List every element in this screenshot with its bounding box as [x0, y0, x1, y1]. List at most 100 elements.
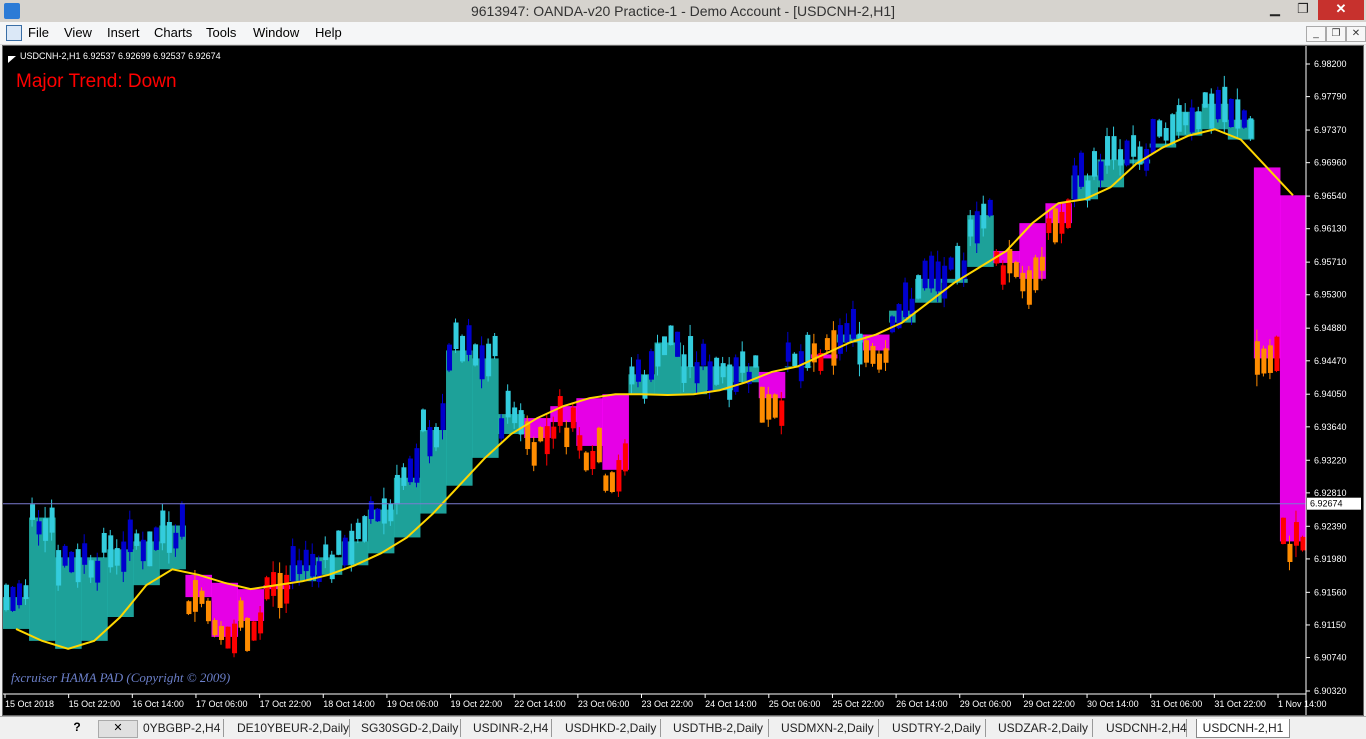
chart-window-icon[interactable] — [6, 25, 22, 41]
candle-body — [166, 521, 172, 553]
candle-body — [192, 580, 198, 612]
y-tick-label: 6.90320 — [1314, 686, 1347, 696]
symbol-tab-bar: ? ✕ 0YBGBP-2,H4 DE10YBEUR-2,Daily SG30SG… — [0, 716, 1366, 739]
x-tick-label: 19 Oct 06:00 — [387, 699, 439, 709]
tab-usdzar-daily[interactable]: USDZAR-2,Daily — [998, 719, 1093, 737]
x-tick-label: 29 Oct 06:00 — [960, 699, 1012, 709]
candle-body — [473, 344, 479, 366]
candle-body — [570, 407, 576, 429]
candle-body — [903, 282, 909, 318]
candle-body — [179, 504, 185, 537]
candle-body — [23, 585, 29, 599]
candle-body — [1020, 272, 1026, 292]
y-tick-label: 6.95300 — [1314, 290, 1347, 300]
x-tick-label: 26 Oct 14:00 — [896, 699, 948, 709]
menu-help[interactable]: Help — [315, 25, 342, 40]
candle-body — [518, 410, 524, 435]
chart-area[interactable]: USDCNH-2,H1 6.92537 6.92699 6.92537 6.92… — [2, 45, 1364, 716]
candle-body — [212, 620, 218, 636]
candle-body — [1170, 114, 1176, 145]
tab-usdinr-h4[interactable]: USDINR-2,H4 — [473, 719, 552, 737]
trend-fill-band — [1279, 195, 1307, 542]
menu-window[interactable]: Window — [253, 25, 299, 40]
candle-body — [1163, 128, 1169, 141]
x-tick-label: 16 Oct 14:00 — [132, 699, 184, 709]
minimize-button[interactable]: ▁ — [1262, 0, 1288, 20]
candle-body — [49, 507, 55, 533]
candle-body — [1078, 152, 1084, 187]
candle-body — [101, 532, 107, 553]
candle-body — [1105, 136, 1111, 166]
tab-close-button[interactable]: ✕ — [98, 720, 138, 738]
collapse-triangle-icon[interactable] — [8, 56, 16, 63]
candle-body — [935, 261, 941, 292]
candle-body — [792, 353, 798, 366]
candle-body — [1052, 208, 1058, 243]
y-tick-label: 6.90740 — [1314, 653, 1347, 663]
candle-body — [916, 275, 922, 299]
candle-body — [662, 336, 668, 356]
menu-view[interactable]: View — [64, 25, 92, 40]
y-tick-label: 6.96960 — [1314, 158, 1347, 168]
tab-usdcnh-h4[interactable]: USDCNH-2,H4 — [1106, 719, 1187, 737]
x-tick-label: 19 Oct 22:00 — [451, 699, 503, 709]
x-tick-label: 25 Oct 22:00 — [832, 699, 884, 709]
y-tick-label: 6.91560 — [1314, 587, 1347, 597]
candle-body — [1235, 99, 1241, 129]
candle-body — [1248, 118, 1254, 139]
candle-body — [681, 354, 687, 383]
mdi-close-button[interactable]: ✕ — [1346, 26, 1366, 42]
menu-file[interactable]: File — [28, 25, 49, 40]
candle-body — [258, 612, 264, 634]
tab-0ybgbp-h4[interactable]: 0YBGBP-2,H4 — [143, 719, 224, 737]
candle-body — [1026, 270, 1032, 305]
maximize-button[interactable]: ❐ — [1290, 0, 1316, 20]
candle-body — [303, 549, 309, 572]
close-button[interactable]: ✕ — [1318, 0, 1364, 20]
x-tick-label: 1 Nov 14:00 — [1278, 699, 1327, 709]
candle-body — [173, 532, 179, 549]
menu-insert[interactable]: Insert — [107, 25, 140, 40]
candle-body — [1293, 522, 1299, 546]
candle-body — [837, 325, 843, 354]
x-tick-label: 18 Oct 14:00 — [323, 699, 375, 709]
y-tick-label: 6.95710 — [1314, 257, 1347, 267]
candle-body — [1013, 262, 1019, 277]
candle-body — [1215, 89, 1221, 120]
candle-body — [714, 357, 720, 385]
candle-body — [264, 577, 270, 600]
candle-body — [551, 426, 557, 439]
candle-body — [772, 394, 778, 418]
menu-charts[interactable]: Charts — [154, 25, 192, 40]
tab-usdcnh-h1[interactable]: USDCNH-2,H1 — [1196, 719, 1290, 738]
candle-body — [492, 335, 498, 357]
y-tick-label: 6.93220 — [1314, 455, 1347, 465]
candle-body — [218, 625, 225, 640]
watermark: fxcruiser HAMA PAD (Copyright © 2009) — [11, 670, 230, 685]
candle-body — [844, 323, 850, 343]
help-button[interactable]: ? — [66, 720, 88, 736]
candle-body — [238, 600, 244, 628]
tab-de10ybeur-daily[interactable]: DE10YBEUR-2,Daily — [237, 719, 350, 737]
candle-body — [1280, 517, 1286, 545]
trend-label: Major Trend: Down — [16, 71, 177, 92]
candle-body — [655, 343, 661, 367]
tab-sg30sgd-daily[interactable]: SG30SGD-2,Daily — [361, 719, 461, 737]
tab-usdtry-daily[interactable]: USDTRY-2,Daily — [892, 719, 986, 737]
tab-usdthb-daily[interactable]: USDTHB-2,Daily — [673, 719, 769, 737]
candle-body — [538, 427, 544, 442]
candle-body — [1092, 151, 1098, 177]
tab-usdmxn-daily[interactable]: USDMXN-2,Daily — [781, 719, 879, 737]
tab-usdhkd-daily[interactable]: USDHKD-2,Daily — [565, 719, 661, 737]
y-tick-label: 6.94050 — [1314, 389, 1347, 399]
candle-body — [316, 561, 322, 582]
candle-body — [981, 203, 987, 229]
mdi-restore-button[interactable]: ❐ — [1326, 26, 1346, 42]
candle-body — [355, 522, 361, 539]
menu-tools[interactable]: Tools — [206, 25, 236, 40]
trend-fill-band — [419, 430, 447, 514]
price-chart[interactable]: USDCNH-2,H1 6.92537 6.92699 6.92537 6.92… — [3, 46, 1363, 715]
candle-body — [870, 345, 876, 364]
candle-body — [1202, 92, 1208, 108]
mdi-minimize-button[interactable]: _ — [1306, 26, 1326, 42]
